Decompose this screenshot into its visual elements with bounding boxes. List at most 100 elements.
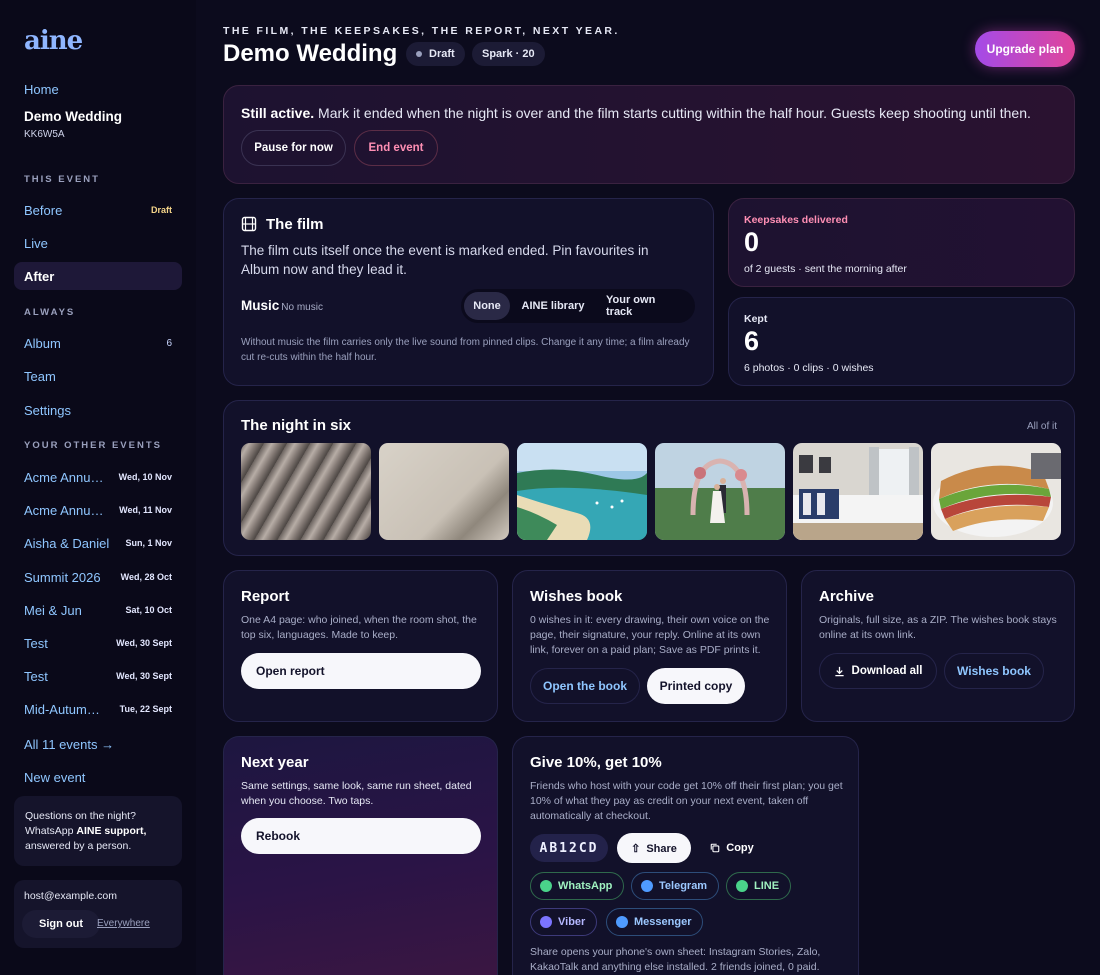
photo-thumbnail[interactable] xyxy=(241,443,371,540)
sidebar: aine Home Demo Wedding KK6W5A THIS EVENT… xyxy=(0,0,196,975)
report-title: Report xyxy=(241,588,290,605)
referral-title: Give 10%, get 10% xyxy=(530,754,662,771)
upgrade-plan-button[interactable]: Upgrade plan xyxy=(975,31,1075,67)
other-event-item[interactable]: Mid-Autumn ... Tue, 22 Sept xyxy=(14,695,182,723)
download-all-label: Download all xyxy=(851,665,923,677)
archive-title: Archive xyxy=(819,588,875,605)
sandwich-photo-icon xyxy=(931,443,1061,540)
printed-copy-button[interactable]: Printed copy xyxy=(647,668,745,704)
messenger-icon xyxy=(616,916,628,928)
support-text: answered by a person. xyxy=(25,840,132,852)
section-label-always: ALWAYS xyxy=(24,307,76,318)
support-text: Questions on the night? xyxy=(25,810,136,822)
wishes-description: 0 wishes in it: every drawing, their own… xyxy=(530,614,770,656)
sidebar-item-team[interactable]: Team xyxy=(14,362,182,390)
share-whatsapp-button[interactable]: WhatsApp xyxy=(530,872,625,900)
photo-thumbnail[interactable] xyxy=(517,443,647,540)
all-of-it-link[interactable]: All of it xyxy=(1027,421,1057,432)
sidebar-item-label: Team xyxy=(24,368,56,384)
download-icon xyxy=(834,666,844,676)
music-note: Without music the film carries only the … xyxy=(241,337,690,363)
viber-icon xyxy=(540,916,552,928)
other-event-date: Sun, 1 Nov xyxy=(125,538,172,548)
active-banner-bold: Still active. xyxy=(241,105,315,121)
sign-out-everywhere-link[interactable]: Everywhere xyxy=(97,918,150,929)
section-label-other-events: YOUR OTHER EVENTS xyxy=(24,440,162,451)
open-report-button[interactable]: Open report xyxy=(241,653,481,689)
photo-thumbnail[interactable] xyxy=(931,443,1061,540)
share-line-button[interactable]: LINE xyxy=(726,872,792,900)
support-box[interactable]: Questions on the night? WhatsApp AINE su… xyxy=(14,796,182,866)
sign-out-button[interactable]: Sign out xyxy=(22,910,100,938)
share-messenger-button[interactable]: Messenger xyxy=(606,908,704,936)
aine-logo[interactable]: aine xyxy=(24,26,83,56)
other-event-date: Wed, 28 Oct xyxy=(120,572,172,582)
account-box: host@example.com Sign out Everywhere xyxy=(14,880,182,948)
kept-sub: 6 photos · 0 clips · 0 wishes xyxy=(744,362,874,374)
other-event-item[interactable]: Test Wed, 30 Sept xyxy=(14,629,182,657)
report-card: Report One A4 page: who joined, when the… xyxy=(223,570,498,722)
download-all-button[interactable]: Download all xyxy=(819,653,937,689)
all-events-link[interactable]: All 11 events → xyxy=(24,737,114,752)
page-title: Demo Wedding xyxy=(223,40,398,67)
other-event-item[interactable]: Aisha & Daniel Sun, 1 Nov xyxy=(14,529,182,557)
archive-card: Archive Originals, full size, as a ZIP. … xyxy=(801,570,1075,722)
referral-footnote: Share opens your phone's own sheet: Inst… xyxy=(530,946,821,973)
wishes-book-card: Wishes book 0 wishes in it: every drawin… xyxy=(512,570,787,722)
other-event-name: Aisha & Daniel xyxy=(24,535,110,551)
other-event-item[interactable]: Mei & Jun Sat, 10 Oct xyxy=(14,596,182,624)
referral-code[interactable]: AB12CD xyxy=(530,834,608,862)
new-event-link[interactable]: New event xyxy=(24,770,85,785)
report-description: One A4 page: who joined, when the room s… xyxy=(241,614,477,641)
share-button[interactable]: ⇧ Share xyxy=(617,833,691,863)
photo-thumbnail[interactable] xyxy=(379,443,509,540)
photo-thumbnail[interactable] xyxy=(655,443,785,540)
whatsapp-icon xyxy=(540,880,552,892)
copy-button[interactable]: Copy xyxy=(699,833,765,863)
keepsakes-stat-card: Keepsakes delivered 0 of 2 guests · sent… xyxy=(728,198,1075,287)
rebook-button[interactable]: Rebook xyxy=(241,818,481,854)
referral-description: Friends who host with your code get 10% … xyxy=(530,780,843,822)
kept-stat-card: Kept 6 6 photos · 0 clips · 0 wishes xyxy=(728,297,1075,386)
sidebar-item-live[interactable]: Live xyxy=(14,229,182,257)
chip-label: Messenger xyxy=(634,916,692,928)
sidebar-item-label: Settings xyxy=(24,402,71,418)
music-label: Music No music xyxy=(241,298,323,313)
music-option-own-track[interactable]: Your own track xyxy=(596,292,692,320)
share-telegram-button[interactable]: Telegram xyxy=(631,872,720,900)
next-year-title: Next year xyxy=(241,754,309,771)
music-label-text: Music xyxy=(241,298,280,313)
pause-button[interactable]: Pause for now xyxy=(241,130,346,166)
night-title: The night in six xyxy=(241,417,352,434)
wishes-title: Wishes book xyxy=(530,588,623,605)
sidebar-item-before[interactable]: Before Draft xyxy=(14,196,182,224)
other-event-item[interactable]: Summit 2026 Wed, 28 Oct xyxy=(14,563,182,591)
archive-wishes-book-button[interactable]: Wishes book xyxy=(944,653,1044,689)
archive-description: Originals, full size, as a ZIP. The wish… xyxy=(819,614,1057,641)
line-icon xyxy=(736,880,748,892)
plan-badge: Spark · 20 xyxy=(472,42,545,66)
event-active-banner: Still active. Mark it ended when the nig… xyxy=(223,85,1075,184)
music-current-value: No music xyxy=(281,302,323,313)
sidebar-item-album[interactable]: Album 6 xyxy=(14,329,182,357)
plan-badge-label: Spark · 20 xyxy=(482,48,535,60)
share-viber-button[interactable]: Viber xyxy=(530,908,598,936)
next-year-description: Same settings, same look, same run sheet… xyxy=(241,780,472,807)
photo-thumbnail[interactable] xyxy=(793,443,923,540)
support-link-name: AINE support, xyxy=(76,825,147,837)
copy-icon xyxy=(710,843,720,853)
sidebar-item-settings[interactable]: Settings xyxy=(14,396,182,424)
music-option-aine-library[interactable]: AINE library xyxy=(510,292,596,320)
kept-value: 6 xyxy=(744,326,760,356)
sidebar-home-link[interactable]: Home xyxy=(24,82,59,97)
chip-label: Telegram xyxy=(659,880,708,892)
other-event-item[interactable]: Acme Annual ... Wed, 10 Nov xyxy=(14,463,182,491)
music-option-none[interactable]: None xyxy=(464,292,510,320)
end-event-button[interactable]: End event xyxy=(354,130,438,166)
draft-badge: Draft xyxy=(150,205,172,215)
open-book-button[interactable]: Open the book xyxy=(530,668,640,704)
other-event-item[interactable]: Test Wed, 30 Sept xyxy=(14,662,182,690)
sidebar-item-after[interactable]: After xyxy=(14,262,182,290)
sidebar-item-label: Album xyxy=(24,335,61,351)
other-event-item[interactable]: Acme Annual ... Wed, 11 Nov xyxy=(14,496,182,524)
